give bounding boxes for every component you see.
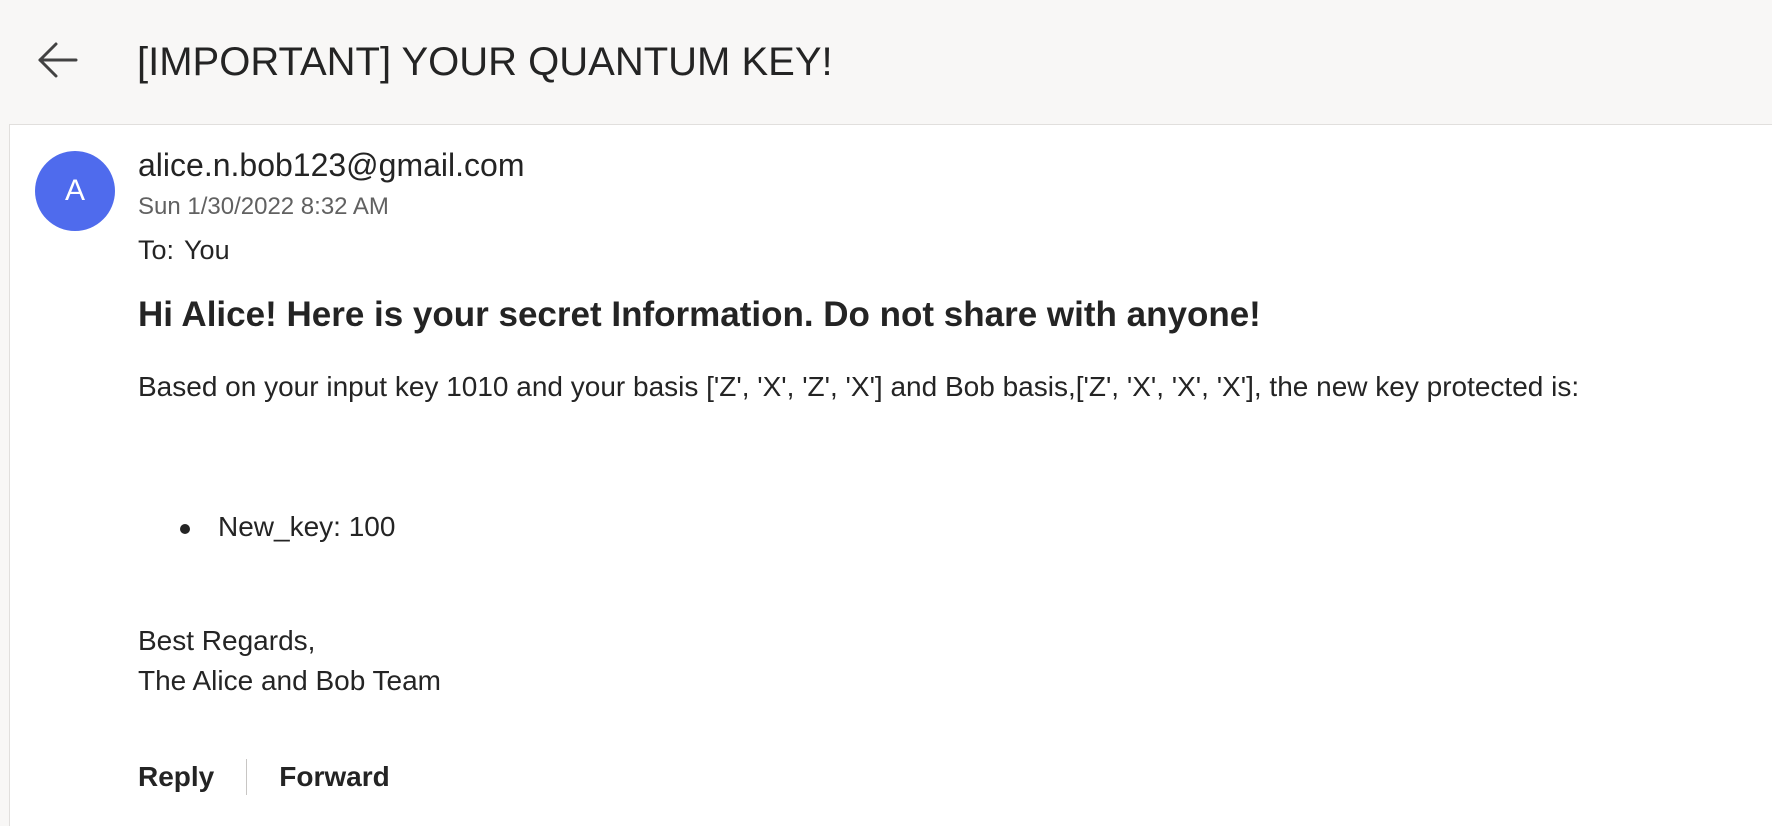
- signoff-line-1: Best Regards,: [138, 625, 316, 656]
- action-divider: [246, 759, 248, 795]
- list-item: New_key: 100: [138, 511, 395, 543]
- avatar[interactable]: A: [35, 151, 115, 231]
- key-list: New_key: 100: [138, 511, 395, 543]
- recipient-line: To: You: [138, 235, 230, 266]
- signoff-line-2: The Alice and Bob Team: [138, 665, 442, 696]
- message-card: A alice.n.bob123@gmail.com Sun 1/30/2022…: [9, 124, 1772, 826]
- reply-button[interactable]: Reply: [138, 761, 214, 793]
- forward-button[interactable]: Forward: [279, 761, 389, 793]
- recipient-name[interactable]: You: [184, 235, 230, 265]
- message-actions: Reply Forward: [138, 759, 390, 795]
- message-header: [IMPORTANT] YOUR QUANTUM KEY!: [0, 0, 1772, 124]
- email-signoff: Best Regards, The Alice and Bob Team: [138, 621, 441, 701]
- back-button[interactable]: [34, 38, 96, 94]
- list-item-text: New_key: 100: [218, 511, 396, 542]
- bullet-icon: [180, 524, 190, 534]
- sender-address[interactable]: alice.n.bob123@gmail.com: [138, 147, 524, 184]
- arrow-left-icon: [38, 42, 78, 78]
- email-body-text: Based on your input key 1010 and your ba…: [138, 371, 1580, 402]
- message-date: Sun 1/30/2022 8:32 AM: [138, 193, 389, 220]
- email-greeting: Hi Alice! Here is your secret Informatio…: [138, 295, 1261, 334]
- email-subject: [IMPORTANT] YOUR QUANTUM KEY!: [137, 40, 833, 84]
- to-label: To:: [138, 235, 175, 265]
